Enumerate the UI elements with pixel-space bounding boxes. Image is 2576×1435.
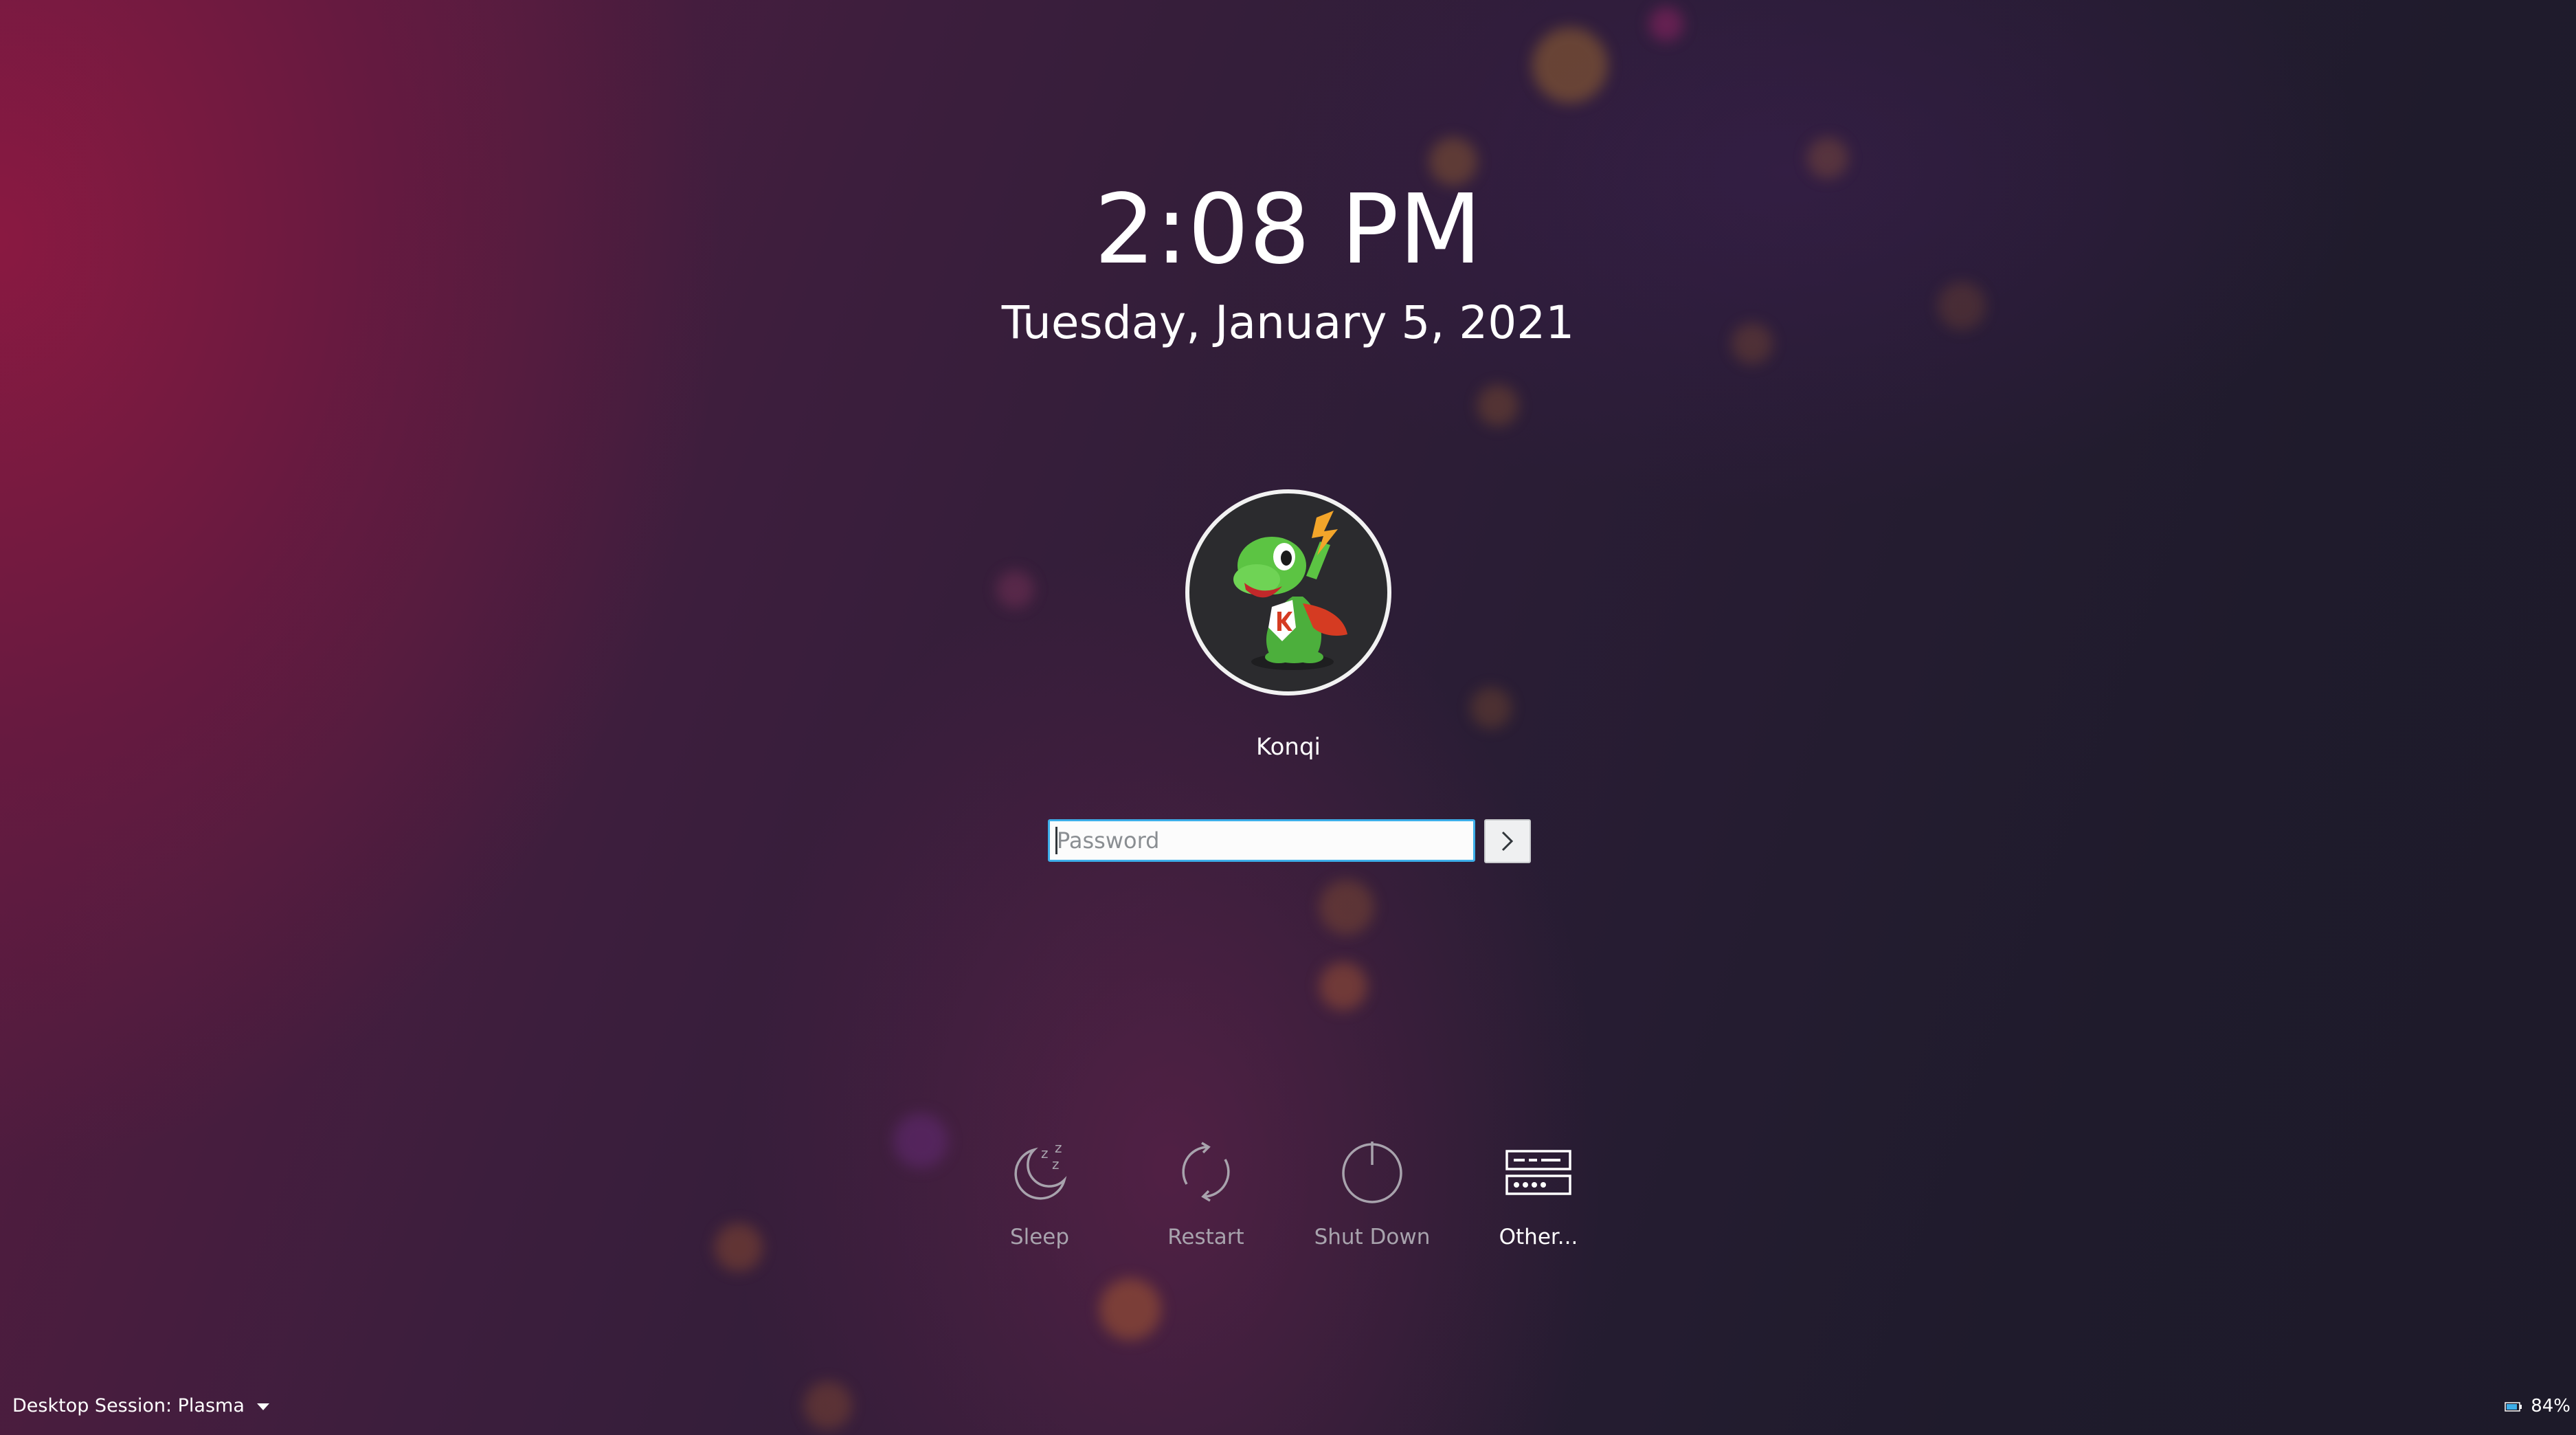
restart-icon (1182, 1142, 1230, 1202)
clock-date: Tuesday, January 5, 2021 (1001, 296, 1575, 349)
battery-percent: 84% (2531, 1396, 2571, 1416)
konqi-dragon-avatar (1233, 511, 1347, 670)
session-selector[interactable]: Desktop Session: Plasma (12, 1392, 269, 1420)
login-button[interactable] (1484, 819, 1531, 863)
sleep-moon-icon: z z z (1014, 1139, 1067, 1200)
sleep-button[interactable]: z z z Sleep (971, 1134, 1108, 1258)
session-label: Desktop Session: Plasma (12, 1395, 245, 1416)
server-other-icon (1505, 1150, 1571, 1195)
shutdown-button[interactable]: Shut Down (1303, 1134, 1441, 1258)
battery-indicator: 84% (2505, 1392, 2571, 1420)
svg-text:z: z (1055, 1139, 1062, 1156)
dropdown-arrow-icon (256, 1403, 269, 1410)
text-caret (1055, 827, 1057, 854)
chevron-right-icon (1501, 831, 1514, 852)
restart-label: Restart (1167, 1225, 1244, 1249)
svg-text:z: z (1052, 1156, 1060, 1172)
shutdown-label: Shut Down (1314, 1225, 1431, 1249)
power-icon (1342, 1142, 1402, 1203)
other-button[interactable]: Other... (1470, 1134, 1607, 1258)
user-avatar[interactable] (1185, 489, 1391, 696)
username: Konqi (1256, 733, 1321, 761)
restart-button[interactable]: Restart (1137, 1134, 1275, 1258)
other-label: Other... (1499, 1225, 1578, 1249)
svg-text:z: z (1041, 1145, 1049, 1161)
sleep-label: Sleep (1009, 1225, 1070, 1249)
clock-time: 2:08 PM (1094, 174, 1482, 286)
battery-icon (2505, 1401, 2522, 1412)
password-input[interactable] (1048, 819, 1475, 862)
